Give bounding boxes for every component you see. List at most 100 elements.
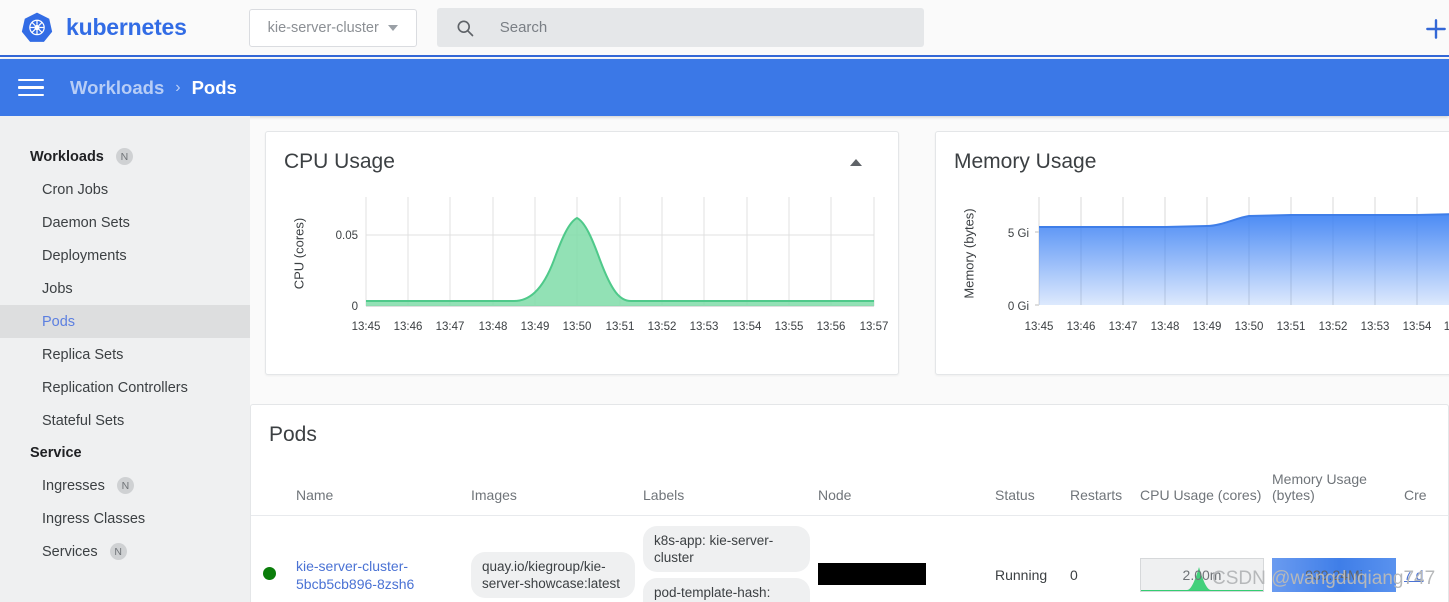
cpu-xtick-9: 13:54 bbox=[733, 321, 762, 333]
column-name[interactable]: Name bbox=[296, 459, 471, 516]
sidebar-item-stateful-sets[interactable]: Stateful Sets bbox=[0, 404, 250, 437]
memory-ytick-5gi: 5 Gi bbox=[1008, 228, 1029, 240]
memory-sparkline-value: 939.24Mi bbox=[1305, 567, 1363, 583]
memory-ytick-0gi: 0 Gi bbox=[1008, 301, 1029, 313]
cpu-xtick-8: 13:53 bbox=[690, 321, 719, 333]
sidebar-item-label: Deployments bbox=[42, 247, 127, 264]
cluster-selector[interactable]: kie-server-cluster bbox=[248, 8, 417, 47]
row-status-indicator-cell bbox=[251, 516, 296, 602]
label-chip: pod-template-hash: 5bcb5cb896 bbox=[643, 578, 810, 602]
sidebar-item-label: Replication Controllers bbox=[42, 379, 188, 396]
memory-xtick-2: 13:47 bbox=[1109, 321, 1138, 333]
memory-xtick-10: 13:5 bbox=[1444, 321, 1449, 333]
memory-usage-card: Memory Usage Memory (bytes) 5 Gi 0 Gi 13… bbox=[935, 131, 1449, 375]
memory-xtick-5: 13:50 bbox=[1235, 321, 1264, 333]
main-content: CPU Usage CPU (cores) 0.05 0 13:45 13:46… bbox=[250, 116, 1449, 602]
sidebar-item-ingress-classes[interactable]: Ingress Classes bbox=[0, 502, 250, 535]
column-restarts[interactable]: Restarts bbox=[1070, 459, 1140, 516]
metrics-charts-row: CPU Usage CPU (cores) 0.05 0 13:45 13:46… bbox=[265, 131, 1449, 375]
row-created-cell: 7 d bbox=[1404, 516, 1448, 602]
column-memory-usage[interactable]: Memory Usage (bytes) bbox=[1272, 459, 1404, 516]
collapse-caret-up-icon[interactable] bbox=[850, 159, 862, 166]
sidebar-item-label: Replica Sets bbox=[42, 346, 124, 363]
column-images[interactable]: Images bbox=[471, 459, 643, 516]
sidebar-item-label: Services bbox=[42, 543, 98, 560]
cpu-chart-svg: 0.05 0 13:45 13:46 13:47 13:48 13:49 13:… bbox=[336, 197, 888, 333]
sidebar-navigation: Workloads N Cron Jobs Daemon Sets Deployment… bbox=[0, 116, 250, 602]
cpu-usage-chart: CPU (cores) 0.05 0 13:45 13:46 13:47 13:… bbox=[266, 174, 898, 349]
memory-usage-title: Memory Usage bbox=[954, 150, 1097, 173]
row-memory-usage-cell: 939.24Mi bbox=[1272, 516, 1404, 602]
column-node[interactable]: Node bbox=[818, 459, 995, 516]
column-status-indicator bbox=[251, 459, 296, 516]
cpu-sparkline[interactable]: 2.00m bbox=[1140, 558, 1264, 592]
cpu-xtick-3: 13:48 bbox=[479, 321, 508, 333]
hamburger-menu-icon[interactable] bbox=[18, 74, 44, 102]
pods-table: Name Images Labels Node Status Restarts … bbox=[251, 459, 1448, 602]
column-labels[interactable]: Labels bbox=[643, 459, 818, 516]
memory-xtick-4: 13:49 bbox=[1193, 321, 1222, 333]
sidebar-item-replica-sets[interactable]: Replica Sets bbox=[0, 338, 250, 371]
sidebar-item-ingresses[interactable]: Ingresses N bbox=[0, 469, 250, 502]
row-labels-cell: k8s-app: kie-server-cluster pod-template… bbox=[643, 516, 818, 602]
column-cpu-usage[interactable]: CPU Usage (cores) bbox=[1140, 459, 1272, 516]
image-chip: quay.io/kiegroup/kie-server-showcase:lat… bbox=[471, 552, 635, 598]
breadcrumb-item-workloads[interactable]: Workloads bbox=[70, 77, 164, 99]
row-status-cell: Running bbox=[995, 567, 1048, 583]
breadcrumb: Workloads › Pods bbox=[70, 77, 237, 99]
column-created[interactable]: Cre bbox=[1404, 459, 1448, 516]
memory-xtick-8: 13:53 bbox=[1361, 321, 1390, 333]
search-input[interactable] bbox=[499, 19, 880, 36]
cpu-ytick-0: 0 bbox=[352, 301, 358, 313]
cpu-ytick-0.05: 0.05 bbox=[336, 230, 358, 242]
add-resource-button[interactable] bbox=[1423, 16, 1449, 42]
memory-sparkline[interactable]: 939.24Mi bbox=[1272, 558, 1396, 592]
top-app-bar: kubernetes kie-server-cluster bbox=[0, 0, 1449, 57]
row-images-cell: quay.io/kiegroup/kie-server-showcase:lat… bbox=[471, 516, 643, 602]
sidebar-item-deployments[interactable]: Deployments bbox=[0, 239, 250, 272]
sidebar-item-jobs[interactable]: Jobs bbox=[0, 272, 250, 305]
table-row[interactable]: kie-server-cluster-5bcb5cb896-8zsh6 quay… bbox=[251, 516, 1448, 602]
sidebar-item-cron-jobs[interactable]: Cron Jobs bbox=[0, 173, 250, 206]
brand-logo-group[interactable]: kubernetes bbox=[20, 11, 187, 45]
page-subheader: Workloads › Pods bbox=[0, 59, 1449, 116]
breadcrumb-item-pods: Pods bbox=[191, 76, 237, 98]
cpu-xtick-11: 13:56 bbox=[817, 321, 846, 333]
created-age-link[interactable]: 7 d bbox=[1404, 567, 1423, 583]
row-name-cell: kie-server-cluster-5bcb5cb896-8zsh6 bbox=[296, 516, 471, 602]
cpu-xtick-2: 13:47 bbox=[436, 321, 465, 333]
sidebar-item-label: Daemon Sets bbox=[42, 214, 130, 231]
cpu-xtick-7: 13:52 bbox=[648, 321, 677, 333]
cpu-xtick-0: 13:45 bbox=[352, 321, 381, 333]
sidebar-item-pods[interactable]: Pods bbox=[0, 305, 250, 338]
node-value-redacted bbox=[818, 562, 926, 585]
memory-xtick-7: 13:52 bbox=[1319, 321, 1348, 333]
pods-table-header-row: Name Images Labels Node Status Restarts … bbox=[251, 459, 1448, 516]
memory-chart-svg: 5 Gi 0 Gi 13:45 13:46 13:47 13:48 13:49 … bbox=[1008, 197, 1449, 333]
sidebar-item-daemon-sets[interactable]: Daemon Sets bbox=[0, 206, 250, 239]
cluster-selector-value: kie-server-cluster bbox=[267, 19, 379, 36]
pod-name-link[interactable]: kie-server-cluster-5bcb5cb896-8zsh6 bbox=[296, 558, 414, 592]
memory-xtick-9: 13:54 bbox=[1403, 321, 1432, 333]
sidebar-item-label: Ingress Classes bbox=[42, 510, 146, 527]
namespace-badge-icon: N bbox=[109, 543, 127, 560]
cpu-xtick-6: 13:51 bbox=[606, 321, 635, 333]
cpu-xtick-4: 13:49 bbox=[521, 321, 550, 333]
kubernetes-logo-icon bbox=[20, 11, 54, 45]
status-running-dot-icon bbox=[263, 567, 276, 580]
sidebar-item-label: Cron Jobs bbox=[42, 181, 109, 198]
column-status[interactable]: Status bbox=[995, 459, 1070, 516]
sidebar-item-label: Jobs bbox=[42, 280, 73, 297]
sidebar-item-services[interactable]: Services N bbox=[0, 535, 250, 568]
search-box[interactable] bbox=[436, 8, 924, 47]
cpu-xtick-5: 13:50 bbox=[563, 321, 592, 333]
sidebar-item-label: Pods bbox=[42, 313, 76, 330]
memory-xtick-0: 13:45 bbox=[1025, 321, 1054, 333]
cpu-usage-card: CPU Usage CPU (cores) 0.05 0 13:45 13:46… bbox=[265, 131, 899, 375]
brand-wordmark: kubernetes bbox=[66, 14, 187, 40]
sidebar-item-replication-controllers[interactable]: Replication Controllers bbox=[0, 371, 250, 404]
namespace-badge-icon: N bbox=[115, 148, 133, 165]
chevron-down-icon bbox=[387, 24, 398, 31]
search-icon bbox=[455, 18, 475, 38]
sidebar-group-title-service: Service bbox=[0, 437, 250, 469]
